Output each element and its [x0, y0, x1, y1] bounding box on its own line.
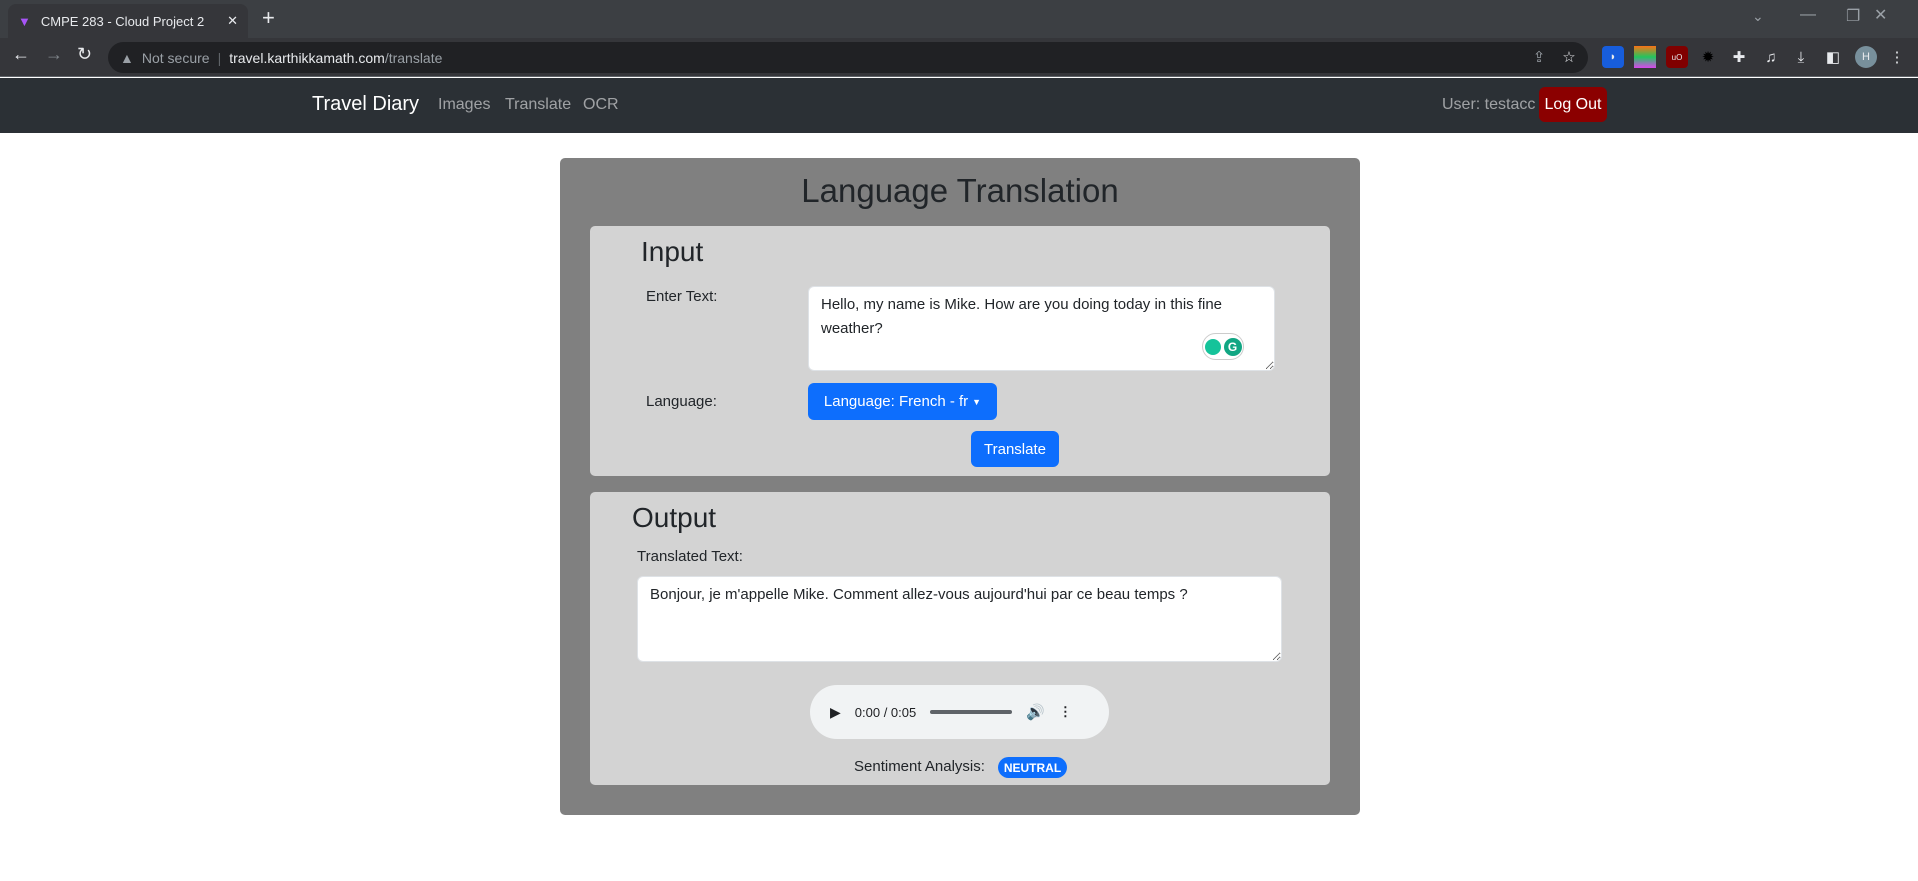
address-bar[interactable]: ▲ Not secure | travel.karthikkamath.com/…: [108, 42, 1588, 73]
minimize-icon[interactable]: —: [1800, 6, 1816, 24]
nav-ocr[interactable]: OCR: [583, 96, 619, 114]
input-heading: Input: [641, 236, 704, 267]
new-tab-icon[interactable]: +: [262, 5, 275, 31]
user-label: User: testacc: [1442, 96, 1536, 113]
translate-button[interactable]: Translate: [971, 431, 1059, 467]
ublock-icon[interactable]: uO: [1666, 46, 1688, 68]
language-dropdown[interactable]: Language: French - fr ▼: [808, 383, 997, 420]
logout-button[interactable]: Log Out: [1539, 87, 1607, 122]
media-control-icon[interactable]: ♫: [1760, 46, 1782, 68]
language-dropdown-label: Language: French - fr: [823, 393, 969, 410]
bookmark-star-icon[interactable]: ☆: [1558, 46, 1580, 68]
forward-icon[interactable]: →: [45, 44, 63, 65]
bitwarden-icon[interactable]: ◗: [1602, 46, 1624, 68]
side-panel-icon[interactable]: ◧: [1822, 46, 1844, 68]
sentiment-badge: NEUTRAL: [998, 757, 1067, 778]
audio-more-icon[interactable]: ⋮: [1059, 704, 1072, 720]
nav-translate[interactable]: Translate: [505, 96, 571, 114]
grammarly-icon[interactable]: G: [1223, 337, 1242, 356]
browser-menu-icon[interactable]: ⋮: [1886, 46, 1908, 68]
extensions-puzzle-icon[interactable]: ✚: [1728, 46, 1750, 68]
output-heading: Output: [632, 502, 717, 533]
warning-icon: ▲: [120, 49, 134, 66]
back-icon[interactable]: ←: [12, 44, 30, 65]
colorful-extension-icon[interactable]: [1634, 46, 1656, 68]
nav-images[interactable]: Images: [438, 96, 490, 114]
tab-title: CMPE 283 - Cloud Project 2: [40, 13, 205, 29]
brand-link[interactable]: Travel Diary: [312, 93, 419, 116]
profile-avatar[interactable]: H: [1855, 46, 1877, 68]
download-icon[interactable]: ⤓: [1790, 46, 1812, 68]
close-tab-icon[interactable]: ✕: [227, 13, 238, 29]
volume-icon[interactable]: 🔊: [1026, 703, 1045, 721]
page-title: Language Translation: [801, 172, 1119, 209]
audio-time: 0:00 / 0:05: [854, 704, 917, 720]
audio-progress-slider[interactable]: [930, 710, 1013, 714]
input-text-field[interactable]: Hello, my name is Mike. How are you doin…: [808, 286, 1275, 371]
dark-reader-icon[interactable]: ✹: [1697, 46, 1719, 68]
browser-tab[interactable]: ▼ CMPE 283 - Cloud Project 2 ✕: [8, 4, 248, 38]
translated-text-label: Translated Text:: [637, 548, 743, 565]
tab-search-icon[interactable]: ⌄: [1752, 8, 1764, 25]
play-icon[interactable]: ▶: [830, 704, 841, 721]
grammarly-widget[interactable]: G: [1202, 333, 1244, 360]
enter-text-label: Enter Text:: [646, 288, 718, 305]
url-host: travel.karthikkamath.com: [229, 49, 385, 66]
sentiment-label: Sentiment Analysis:: [854, 758, 985, 775]
reload-icon[interactable]: ↻: [77, 44, 92, 65]
favicon-icon: ▼: [18, 13, 31, 29]
translated-text-field[interactable]: Bonjour, je m'appelle Mike. Comment alle…: [637, 576, 1282, 662]
url-path: /translate: [384, 49, 443, 66]
caret-down-icon: ▼: [972, 396, 982, 407]
share-icon[interactable]: ⇪: [1528, 46, 1550, 68]
restore-icon[interactable]: ❐: [1846, 6, 1860, 26]
browser-tab-bar: ▼ CMPE 283 - Cloud Project 2 ✕ + ⌄ — ❐ ✕: [0, 0, 1918, 38]
close-window-icon[interactable]: ✕: [1874, 5, 1887, 25]
security-label: Not secure: [141, 49, 210, 66]
audio-player[interactable]: ▶ 0:00 / 0:05 🔊 ⋮: [810, 685, 1109, 739]
language-label: Language:: [646, 393, 717, 410]
lightbulb-icon[interactable]: [1204, 338, 1221, 355]
site-navbar: [0, 78, 1918, 133]
